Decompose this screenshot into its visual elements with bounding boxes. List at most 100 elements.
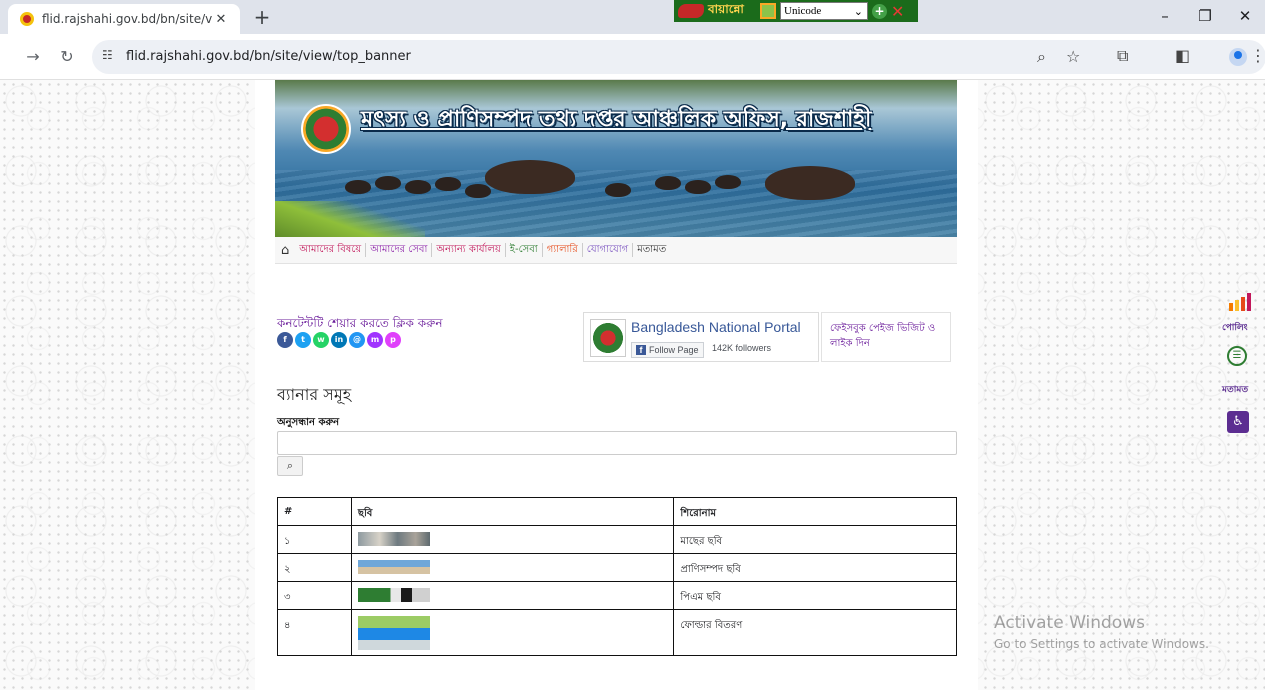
banner-duckling bbox=[685, 180, 711, 194]
portal-logo[interactable] bbox=[590, 319, 626, 357]
facebook-page-widget: Bangladesh National Portal Follow Page 1… bbox=[583, 312, 819, 362]
accessibility-icon[interactable]: ♿ bbox=[1227, 411, 1249, 433]
bookmark-star-icon[interactable]: ☆ bbox=[1066, 47, 1080, 66]
banner-thumbnail[interactable] bbox=[357, 560, 430, 574]
forward-icon[interactable]: → bbox=[21, 45, 45, 69]
side-panel-icon[interactable]: ◧ bbox=[1175, 46, 1190, 65]
bayanno-logo-icon bbox=[678, 4, 704, 18]
activate-windows-subtitle: Go to Settings to activate Windows. bbox=[994, 637, 1209, 651]
fb-page-name[interactable]: Bangladesh National Portal bbox=[631, 319, 801, 335]
row-title: মাছের ছবি bbox=[673, 525, 957, 554]
banner-duckling bbox=[465, 184, 491, 198]
banner-thumbnail[interactable] bbox=[357, 532, 430, 546]
feedback-chat-icon[interactable]: ☰ bbox=[1227, 346, 1247, 366]
row-number: ৪ bbox=[277, 609, 352, 656]
column-header-title: শিরোনাম bbox=[673, 497, 957, 526]
ime-add-icon[interactable]: + bbox=[872, 3, 887, 19]
poll-icon[interactable] bbox=[1229, 293, 1251, 311]
banner-duckling bbox=[405, 180, 431, 194]
fb-like-link[interactable]: ফেইসবুক পেইজ ভিজিট ও লাইক দিন bbox=[821, 312, 951, 362]
row-number: ২ bbox=[277, 553, 352, 582]
banner-thumbnail[interactable] bbox=[357, 588, 430, 602]
page-title: ব্যানার সমূহ bbox=[277, 385, 352, 404]
whatsapp-icon[interactable]: w bbox=[313, 332, 329, 348]
poll-label[interactable]: পোলিং bbox=[1222, 320, 1248, 335]
banner-duckling bbox=[435, 177, 461, 191]
follower-count: 142K followers bbox=[712, 343, 772, 353]
menu-item-contact[interactable]: যোগাযোগ bbox=[583, 243, 634, 257]
close-window-button[interactable]: ✕ bbox=[1225, 0, 1265, 32]
menu-item-other-offices[interactable]: অন্যান্য কার্যালয় bbox=[432, 243, 506, 257]
reload-icon[interactable]: ↻ bbox=[55, 45, 79, 69]
row-title: ফোল্ডার বিতরণ bbox=[673, 609, 957, 656]
ime-label: বায়ান্নো bbox=[708, 2, 744, 16]
tab-strip: flid.rajshahi.gov.bd/bn/site/view ✕ + বা… bbox=[0, 0, 1265, 34]
menu-item-about[interactable]: আমাদের বিষয়ে bbox=[295, 243, 367, 257]
share-buttons: f t w in @ m p bbox=[277, 332, 401, 348]
banner-duckling bbox=[715, 175, 741, 189]
column-header-image: ছবি bbox=[350, 497, 675, 526]
banner-duck bbox=[765, 166, 855, 200]
browser-tab[interactable]: flid.rajshahi.gov.bd/bn/site/view ✕ bbox=[8, 4, 240, 34]
banner-grass bbox=[275, 201, 425, 237]
close-tab-icon[interactable]: ✕ bbox=[212, 12, 230, 27]
search-label: অনুসন্ধান করুন bbox=[277, 417, 340, 428]
table-row: ৪ ফোল্ডার বিতরণ bbox=[277, 609, 957, 656]
search-input[interactable] bbox=[277, 431, 957, 455]
window-controls: – ❐ ✕ bbox=[1145, 0, 1265, 34]
profile-avatar-icon[interactable] bbox=[1229, 48, 1247, 66]
ime-toggle[interactable] bbox=[760, 3, 776, 19]
banner-duck bbox=[485, 160, 575, 194]
url-text[interactable]: flid.rajshahi.gov.bd/bn/site/view/top_ba… bbox=[126, 49, 411, 64]
table-row: ৩ পিএম ছবি bbox=[277, 581, 957, 610]
site-favicon-icon bbox=[20, 12, 34, 26]
new-tab-button[interactable]: + bbox=[250, 5, 274, 29]
menu-item-feedback[interactable]: মতামত bbox=[633, 243, 670, 257]
messenger-icon[interactable]: m bbox=[367, 332, 383, 348]
banner-table: # ছবি শিরোনাম ১ মাছের ছবি ২ প্রাণিসম্পদ … bbox=[277, 497, 957, 656]
menu-kebab-icon[interactable]: ⋮ bbox=[1250, 46, 1265, 65]
row-number: ১ bbox=[277, 525, 352, 554]
government-seal-logo bbox=[301, 104, 351, 154]
banner-duckling bbox=[375, 176, 401, 190]
bayanno-keyboard-toolbar: বায়ান্নো Unicode ⌄ + ✕ bbox=[674, 0, 918, 22]
site-info-icon[interactable]: ☷ bbox=[102, 48, 113, 62]
address-bar[interactable]: ☷ flid.rajshahi.gov.bd/bn/site/view/top_… bbox=[92, 40, 1265, 74]
main-menu: ⌂ আমাদের বিষয়ে আমাদের সেবা অন্যান্য কার… bbox=[275, 237, 957, 264]
menu-item-e-service[interactable]: ই-সেবা bbox=[506, 243, 543, 257]
ime-close-icon[interactable]: ✕ bbox=[891, 2, 904, 21]
minimize-button[interactable]: – bbox=[1145, 0, 1185, 32]
linkedin-icon[interactable]: in bbox=[331, 332, 347, 348]
print-icon[interactable]: p bbox=[385, 332, 401, 348]
extensions-icon[interactable]: ⧉ bbox=[1117, 46, 1128, 66]
encoding-select[interactable]: Unicode ⌄ bbox=[780, 2, 868, 20]
row-title: প্রাণিসম্পদ ছবি bbox=[673, 553, 957, 582]
banner-thumbnail[interactable] bbox=[357, 616, 430, 650]
activate-windows-title: Activate Windows bbox=[994, 613, 1145, 633]
follow-page-button[interactable]: Follow Page bbox=[631, 342, 704, 358]
page-viewport: মৎস্য ও প্রাণিসম্পদ তথ্য দপ্তর আঞ্চলিক অ… bbox=[0, 80, 1265, 690]
menu-item-services[interactable]: আমাদের সেবা bbox=[366, 243, 433, 257]
row-image-cell bbox=[350, 553, 675, 582]
search-icon: ⌕ bbox=[286, 459, 294, 472]
table-row: ২ প্রাণিসম্পদ ছবি bbox=[277, 553, 957, 582]
zoom-icon[interactable]: ⌕ bbox=[1037, 47, 1046, 67]
facebook-icon[interactable]: f bbox=[277, 332, 293, 348]
row-image-cell bbox=[350, 581, 675, 610]
row-image-cell bbox=[350, 609, 675, 656]
feedback-label[interactable]: মতামত bbox=[1222, 382, 1248, 397]
encoding-value: Unicode bbox=[784, 5, 822, 17]
top-banner: মৎস্য ও প্রাণিসম্পদ তথ্য দপ্তর আঞ্চলিক অ… bbox=[275, 80, 957, 237]
banner-duckling bbox=[605, 183, 631, 197]
browser-toolbar: → ↻ ☷ flid.rajshahi.gov.bd/bn/site/view/… bbox=[0, 34, 1265, 80]
row-image-cell bbox=[350, 525, 675, 554]
table-row: ১ মাছের ছবি bbox=[277, 525, 957, 554]
email-icon[interactable]: @ bbox=[349, 332, 365, 348]
search-button[interactable]: ⌕ bbox=[277, 456, 303, 476]
restore-button[interactable]: ❐ bbox=[1185, 0, 1225, 32]
banner-duckling bbox=[345, 180, 371, 194]
home-icon[interactable]: ⌂ bbox=[281, 243, 289, 258]
table-header-row: # ছবি শিরোনাম bbox=[277, 497, 957, 526]
twitter-icon[interactable]: t bbox=[295, 332, 311, 348]
menu-item-gallery[interactable]: গ্যালারি bbox=[543, 243, 583, 257]
